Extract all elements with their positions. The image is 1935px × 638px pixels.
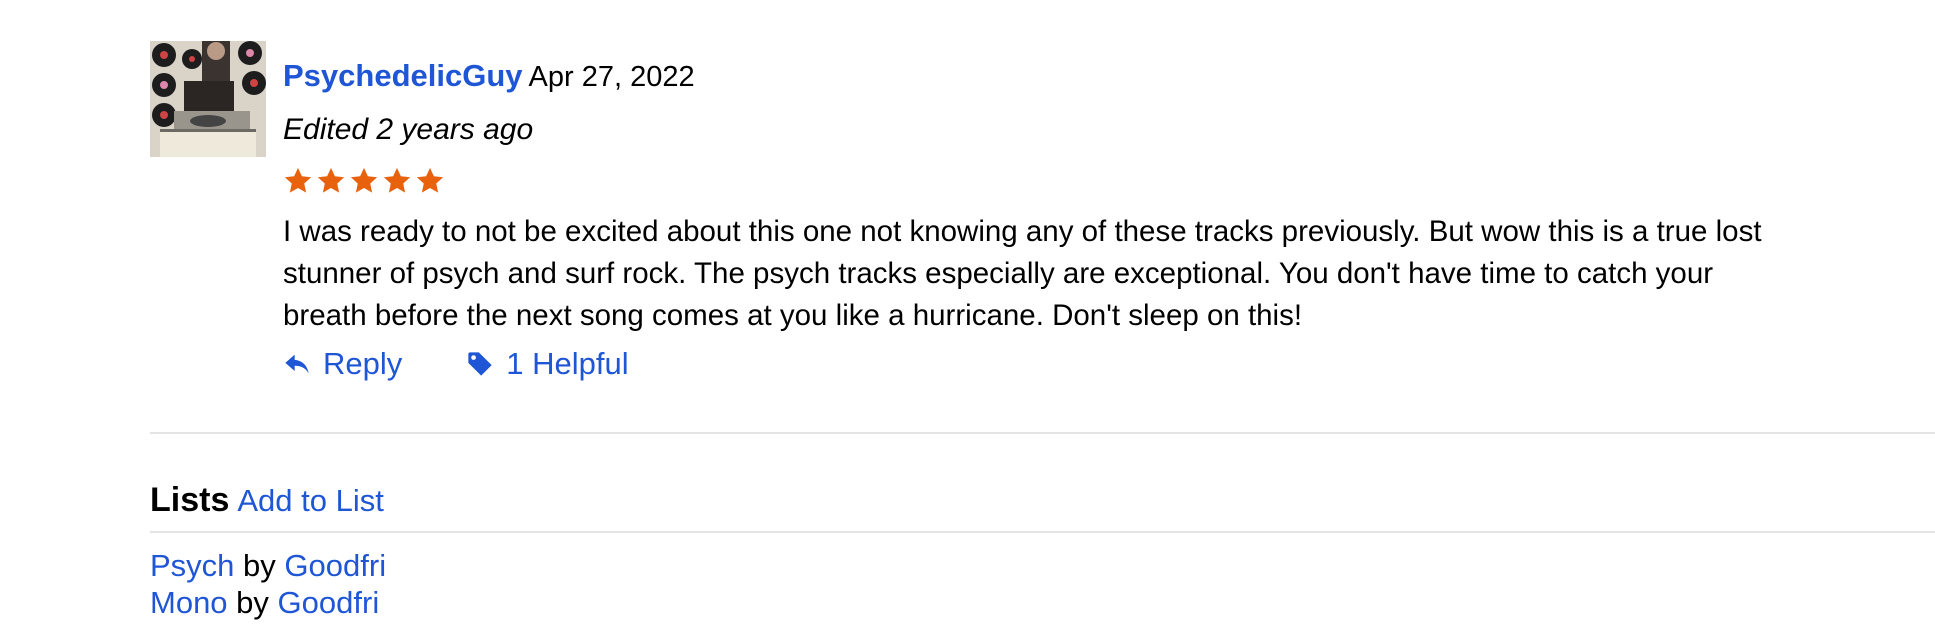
list-by-label: by (236, 585, 269, 620)
avatar-image (150, 41, 266, 157)
list-item: Psych by Goodfri (150, 547, 386, 584)
star-icon (317, 167, 345, 193)
tag-icon (468, 351, 492, 376)
list-name-link[interactable]: Mono (150, 585, 228, 620)
list-author-link[interactable]: Goodfri (284, 548, 386, 583)
edited-note: Edited 2 years ago (283, 113, 534, 146)
review-date: Apr 27, 2022 (528, 61, 695, 93)
list-name-link[interactable]: Psych (150, 548, 234, 583)
reply-arrow-icon (285, 354, 309, 373)
reply-label: Reply (323, 346, 403, 381)
star-icon (416, 167, 444, 193)
list-by-label: by (243, 548, 276, 583)
list-author-link[interactable]: Goodfri (278, 585, 380, 620)
list-item: Mono by Goodfri (150, 584, 386, 621)
star-rating (283, 166, 445, 196)
lists-header: Lists Add to List (150, 483, 384, 517)
username-link[interactable]: PsychedelicGuy (283, 58, 523, 93)
review-text: I was ready to not be excited about this… (283, 215, 1762, 332)
avatar[interactable] (150, 41, 266, 157)
list-items: Psych by Goodfri Mono by Goodfri (150, 547, 386, 621)
lists-divider (150, 531, 1935, 533)
helpful-button[interactable]: 1 Helpful (466, 346, 629, 381)
reply-button[interactable]: Reply (283, 348, 402, 379)
review-header: PsychedelicGuy Apr 27, 2022 (283, 60, 695, 92)
star-icon (383, 167, 411, 193)
lists-title: Lists (150, 481, 230, 519)
star-icon (284, 167, 312, 193)
helpful-label: 1 Helpful (506, 346, 629, 381)
star-icon (350, 167, 378, 193)
add-to-list-link[interactable]: Add to List (237, 483, 383, 518)
section-divider (150, 432, 1935, 434)
review-actions: Reply 1 Helpful (283, 348, 629, 379)
